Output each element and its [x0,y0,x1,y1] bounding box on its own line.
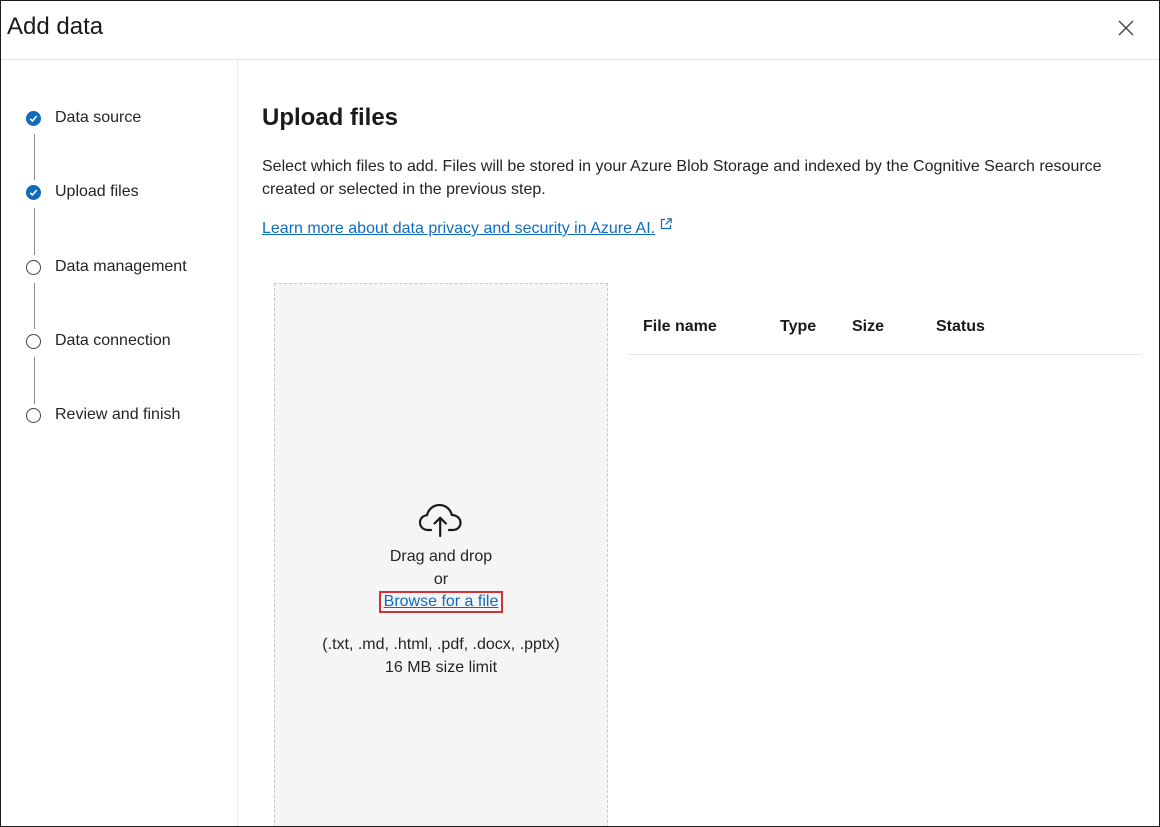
step-label: Data management [55,258,187,275]
browse-file-link[interactable]: Browse for a file [379,591,503,613]
step-connector [34,283,35,329]
cloud-upload-icon [418,503,462,538]
check-circle-icon [26,184,41,200]
or-text: or [433,571,449,588]
files-table-header: File name Type Size Status [628,309,1142,355]
empty-circle-icon [26,407,41,423]
column-header-status[interactable]: Status [936,318,985,336]
step-connector [34,208,35,255]
step-data-connection[interactable]: Data connection [26,331,171,351]
step-data-source[interactable]: Data source [26,108,141,128]
column-header-file-name[interactable]: File name [643,318,717,336]
empty-circle-icon [26,259,41,275]
privacy-link-text: Learn more about data privacy and securi… [262,220,656,237]
column-header-size[interactable]: Size [852,318,884,336]
step-connector [34,357,35,404]
close-icon [1118,20,1134,36]
check-circle-icon [26,110,41,126]
step-data-management[interactable]: Data management [26,257,187,277]
step-label: Review and finish [55,406,181,423]
dialog-header: Add data [1,1,1159,60]
step-label: Data source [55,109,142,126]
external-link-icon [659,217,673,236]
close-button[interactable] [1113,15,1139,41]
privacy-link[interactable]: Learn more about data privacy and securi… [262,217,673,238]
page-title: Upload files [262,104,399,131]
step-label: Upload files [55,183,139,200]
file-types-text: (.txt, .md, .html, .pdf, .docx, .pptx) [322,636,560,653]
wizard-stepper: Data source Upload files Data management… [1,60,238,826]
step-connector [34,134,35,180]
empty-circle-icon [26,333,41,349]
column-header-type[interactable]: Type [780,318,816,336]
dialog-title: Add data [7,13,104,40]
step-label: Data connection [55,332,171,349]
step-upload-files[interactable]: Upload files [26,182,139,202]
page-description: Select which files to add. Files will be… [262,158,1102,198]
step-review-and-finish[interactable]: Review and finish [26,405,180,425]
drag-drop-text: Drag and drop [389,548,493,565]
add-data-dialog: Add data Data source Upload files Data m… [0,0,1160,827]
size-limit-text: 16 MB size limit [384,659,498,676]
